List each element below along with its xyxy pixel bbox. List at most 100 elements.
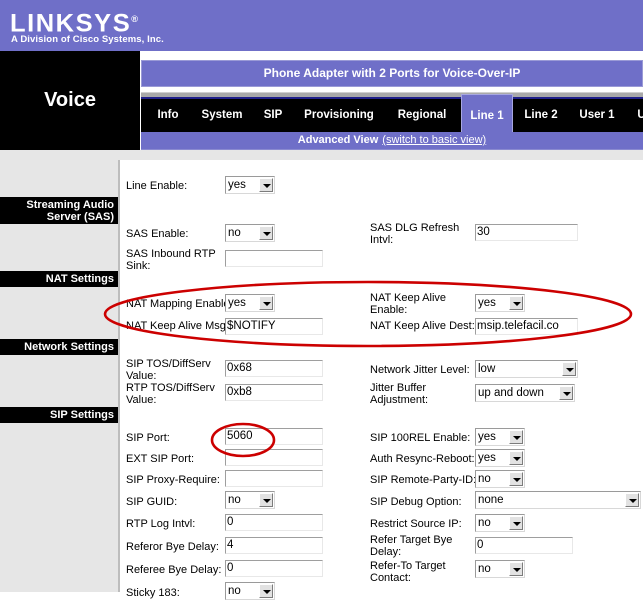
label-rtp-log-intvl: RTP Log Intvl: xyxy=(126,518,195,530)
select-restrict-source-ip-value: no xyxy=(478,515,491,531)
label-referor-bye-delay: Referor Bye Delay: xyxy=(126,541,219,553)
chevron-down-icon[interactable] xyxy=(509,430,523,444)
label-sip-tos-diffserv-value: SIP TOS/DiffServ Value: xyxy=(126,358,221,382)
chevron-down-icon[interactable] xyxy=(259,226,273,240)
input-rtp-tos-diffserv-value[interactable]: 0xb8 xyxy=(225,384,323,401)
label-refer-to-target-contact: Refer-To Target Contact: xyxy=(370,560,465,584)
section-label-sas-line2: Server (SAS) xyxy=(47,211,114,223)
tab-line-1[interactable]: Line 1 xyxy=(461,94,513,132)
label-nat-mapping-enable: NAT Mapping Enable: xyxy=(126,298,233,310)
select-auth-resync-reboot-value: yes xyxy=(478,450,496,466)
chevron-down-icon[interactable] xyxy=(559,386,573,400)
label-sas-dlg-refresh-intvl: SAS DLG Refresh Intvl: xyxy=(370,222,460,246)
chevron-down-icon[interactable] xyxy=(509,562,523,576)
select-sip-100rel-enable[interactable]: yes xyxy=(475,428,525,446)
select-refer-to-target-contact[interactable]: no xyxy=(475,560,525,578)
select-sas-enable[interactable]: no xyxy=(225,224,275,242)
select-network-jitter-level-value: low xyxy=(478,361,495,377)
select-jitter-buffer-adjustment-value: up and down xyxy=(478,385,544,401)
select-sticky-183[interactable]: no xyxy=(225,582,275,600)
input-referee-bye-delay[interactable]: 0 xyxy=(225,560,323,577)
tab-provisioning[interactable]: Provisioning xyxy=(294,99,384,132)
input-sip-port[interactable]: 5060 xyxy=(225,428,323,445)
input-referor-bye-delay[interactable]: 4 xyxy=(225,537,323,554)
section-label-sip-settings: SIP Settings xyxy=(0,407,118,423)
label-jitter-buffer-adjustment: Jitter Buffer Adjustment: xyxy=(370,382,460,406)
label-network-jitter-level: Network Jitter Level: xyxy=(370,364,470,376)
product-title-text: Phone Adapter with 2 Ports for Voice-Ove… xyxy=(142,61,642,86)
section-label-network-settings: Network Settings xyxy=(0,339,118,355)
section-label-streaming-audio-server: Streaming Audio Server (SAS) xyxy=(0,197,118,224)
select-nat-keep-alive-enable[interactable]: yes xyxy=(475,294,525,312)
select-sticky-183-value: no xyxy=(228,583,241,599)
label-sip-debug-option: SIP Debug Option: xyxy=(370,496,462,508)
switch-to-basic-view-link[interactable]: (switch to basic view) xyxy=(382,134,486,146)
chevron-down-icon[interactable] xyxy=(562,362,576,376)
advanced-view-label: Advanced View xyxy=(298,134,379,146)
tab-system[interactable]: System xyxy=(191,99,253,132)
select-sip-remote-party-id[interactable]: no xyxy=(475,470,525,488)
select-sip-guid[interactable]: no xyxy=(225,491,275,509)
select-nat-keep-alive-enable-value: yes xyxy=(478,295,496,311)
label-auth-resync-reboot: Auth Resync-Reboot: xyxy=(370,453,475,465)
label-sticky-183: Sticky 183: xyxy=(126,587,180,599)
label-ext-sip-port: EXT SIP Port: xyxy=(126,453,194,465)
tab-info[interactable]: Info xyxy=(147,99,189,132)
voice-section-title: Voice xyxy=(0,89,140,112)
chevron-down-icon[interactable] xyxy=(259,178,273,192)
input-sas-dlg-refresh-intvl[interactable]: 30 xyxy=(475,224,578,241)
input-rtp-log-intvl[interactable]: 0 xyxy=(225,514,323,531)
chevron-down-icon[interactable] xyxy=(509,451,523,465)
settings-content-panel: Line Enable: yes SAS Enable: no SAS DLG … xyxy=(118,160,643,592)
label-restrict-source-ip: Restrict Source IP: xyxy=(370,518,462,530)
chevron-down-icon[interactable] xyxy=(509,296,523,310)
chevron-down-icon[interactable] xyxy=(509,516,523,530)
advanced-view-bar: Advanced View(switch to basic view) xyxy=(141,132,643,149)
input-ext-sip-port[interactable] xyxy=(225,449,323,466)
select-refer-to-target-contact-value: no xyxy=(478,561,491,577)
chevron-down-icon[interactable] xyxy=(509,472,523,486)
tab-line-2[interactable]: Line 2 xyxy=(515,99,567,132)
tab-sip[interactable]: SIP xyxy=(254,99,292,132)
tab-user-1[interactable]: User 1 xyxy=(569,99,625,132)
voice-section-block: Voice xyxy=(0,51,140,150)
brand-tagline: A Division of Cisco Systems, Inc. xyxy=(11,34,164,45)
label-nat-keep-alive-enable: NAT Keep Alive Enable: xyxy=(370,292,460,316)
input-nat-keep-alive-msg[interactable]: $NOTIFY xyxy=(225,318,323,335)
tab-user-2[interactable]: User 2 xyxy=(627,99,643,132)
select-restrict-source-ip[interactable]: no xyxy=(475,514,525,532)
select-network-jitter-level[interactable]: low xyxy=(475,360,578,378)
input-sas-inbound-rtp-sink[interactable] xyxy=(225,250,323,267)
chevron-down-icon[interactable] xyxy=(259,296,273,310)
input-sip-tos-diffserv-value[interactable]: 0x68 xyxy=(225,360,323,377)
label-sip-port: SIP Port: xyxy=(126,432,170,444)
chevron-down-icon[interactable] xyxy=(259,493,273,507)
tab-strip: Info System SIP Provisioning Regional Li… xyxy=(141,97,643,134)
select-auth-resync-reboot[interactable]: yes xyxy=(475,449,525,467)
label-nat-keep-alive-msg: NAT Keep Alive Msg: xyxy=(126,320,229,332)
label-sip-100rel-enable: SIP 100REL Enable: xyxy=(370,432,470,444)
label-sas-enable: SAS Enable: xyxy=(126,228,188,240)
select-sip-100rel-enable-value: yes xyxy=(478,429,496,445)
select-sip-debug-option[interactable]: none xyxy=(475,491,641,509)
select-sip-remote-party-id-value: no xyxy=(478,471,491,487)
chevron-down-icon[interactable] xyxy=(625,493,639,507)
select-sip-guid-value: no xyxy=(228,492,241,508)
linksys-logo: LINKSYS® xyxy=(10,6,138,36)
tab-regional[interactable]: Regional xyxy=(386,99,458,132)
label-refer-target-bye-delay: Refer Target Bye Delay: xyxy=(370,534,465,558)
label-sip-proxy-require: SIP Proxy-Require: xyxy=(126,474,220,486)
input-sip-proxy-require[interactable] xyxy=(225,470,323,487)
select-nat-mapping-enable[interactable]: yes xyxy=(225,294,275,312)
label-referee-bye-delay: Referee Bye Delay: xyxy=(126,564,221,576)
input-nat-keep-alive-dest[interactable]: msip.telefacil.co xyxy=(475,318,578,335)
select-line-enable[interactable]: yes xyxy=(225,176,275,194)
product-title-bar: Phone Adapter with 2 Ports for Voice-Ove… xyxy=(141,60,643,87)
input-refer-target-bye-delay[interactable]: 0 xyxy=(475,537,573,554)
section-label-sas-line1: Streaming Audio xyxy=(26,199,114,211)
chevron-down-icon[interactable] xyxy=(259,584,273,598)
brand-header-band: LINKSYS® A Division of Cisco Systems, In… xyxy=(0,0,643,51)
select-sip-debug-option-value: none xyxy=(478,492,504,508)
label-sip-guid: SIP GUID: xyxy=(126,496,177,508)
select-jitter-buffer-adjustment[interactable]: up and down xyxy=(475,384,575,402)
